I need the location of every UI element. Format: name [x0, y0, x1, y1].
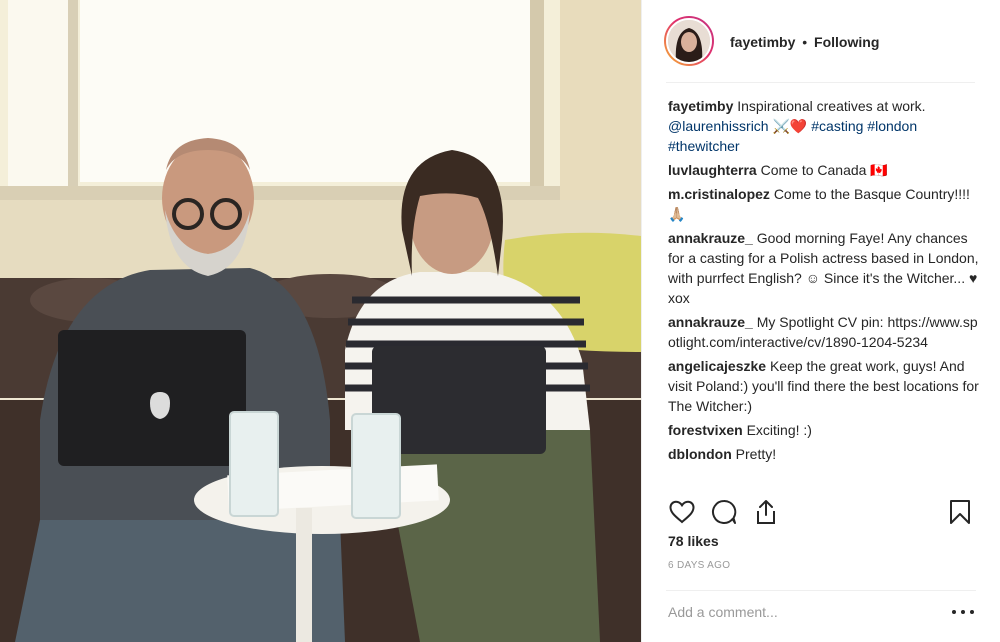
header-separator: • — [802, 34, 808, 50]
hashtag-london[interactable]: #london — [867, 118, 917, 134]
post-photo[interactable] — [0, 0, 641, 642]
comment-item: m.cristinalopez Come to the Basque Count… — [668, 184, 984, 224]
comment-icon — [712, 499, 737, 524]
heart-icon — [669, 500, 695, 524]
author-username[interactable]: fayetimby — [730, 34, 795, 50]
comment-author[interactable]: annakrauze_ — [668, 314, 753, 330]
comment-item: angelicajeszke Keep the great work, guys… — [668, 356, 984, 416]
share-button[interactable] — [750, 496, 782, 528]
likes-count[interactable]: 78 likes — [668, 533, 719, 549]
avatar[interactable] — [664, 16, 714, 66]
comment-author[interactable]: m.cristinalopez — [668, 186, 770, 202]
comment-author[interactable]: angelicajeszke — [668, 358, 766, 374]
more-options-button[interactable] — [952, 603, 974, 621]
share-icon — [757, 500, 775, 524]
comment-button[interactable] — [708, 496, 740, 528]
comment-item: annakrauze_ Good morning Faye! Any chanc… — [668, 228, 984, 308]
comment-item: annakrauze_ My Spotlight CV pin: https:/… — [668, 312, 984, 352]
bookmark-icon — [950, 500, 970, 524]
comment-text: Come to Canada 🇨🇦 — [760, 162, 888, 178]
post-header-text: fayetimby • Following — [730, 33, 879, 51]
instagram-post: fayetimby • Following fayetimby Inspirat… — [0, 0, 1000, 642]
more-options-icon — [961, 610, 965, 614]
comment-author[interactable]: dblondon — [668, 446, 732, 462]
header-divider — [666, 82, 975, 83]
post-side-panel: fayetimby • Following fayetimby Inspirat… — [641, 0, 1000, 642]
comment-text: Pretty! — [735, 446, 777, 462]
comment-author[interactable]: luvlaughterra — [668, 162, 757, 178]
like-button[interactable] — [666, 496, 698, 528]
comment-author[interactable]: annakrauze_ — [668, 230, 753, 246]
comment-text: Exciting! :) — [746, 422, 812, 438]
hashtag-casting[interactable]: #casting — [811, 118, 863, 134]
caption-author[interactable]: fayetimby — [668, 98, 733, 114]
more-options-icon — [970, 610, 974, 614]
comments-list: fayetimby Inspirational creatives at wor… — [668, 96, 984, 468]
caption-emoji: ⚔️❤️ — [772, 118, 808, 134]
comment-item: luvlaughterra Come to Canada 🇨🇦 — [668, 160, 984, 180]
photo-illustration — [0, 0, 641, 642]
caption-mention[interactable]: @laurenhissrich — [668, 118, 769, 134]
post-actions — [666, 494, 976, 530]
add-comment-input[interactable] — [668, 601, 938, 623]
comment-divider — [666, 590, 976, 591]
post-timestamp[interactable]: 6 DAYS AGO — [668, 560, 730, 571]
comment-item: dblondon Pretty! — [668, 444, 984, 464]
save-button[interactable] — [944, 496, 976, 528]
caption-text: Inspirational creatives at work. — [737, 98, 926, 114]
post-header: fayetimby • Following — [642, 0, 1000, 83]
more-options-icon — [952, 610, 956, 614]
caption: fayetimby Inspirational creatives at wor… — [668, 96, 984, 156]
follow-status-button[interactable]: Following — [814, 34, 879, 50]
profile-photo-icon — [668, 20, 710, 62]
avatar-image — [666, 18, 712, 64]
comment-author[interactable]: forestvixen — [668, 422, 743, 438]
comment-item: forestvixen Exciting! :) — [668, 420, 984, 440]
hashtag-thewitcher[interactable]: #thewitcher — [668, 138, 740, 154]
